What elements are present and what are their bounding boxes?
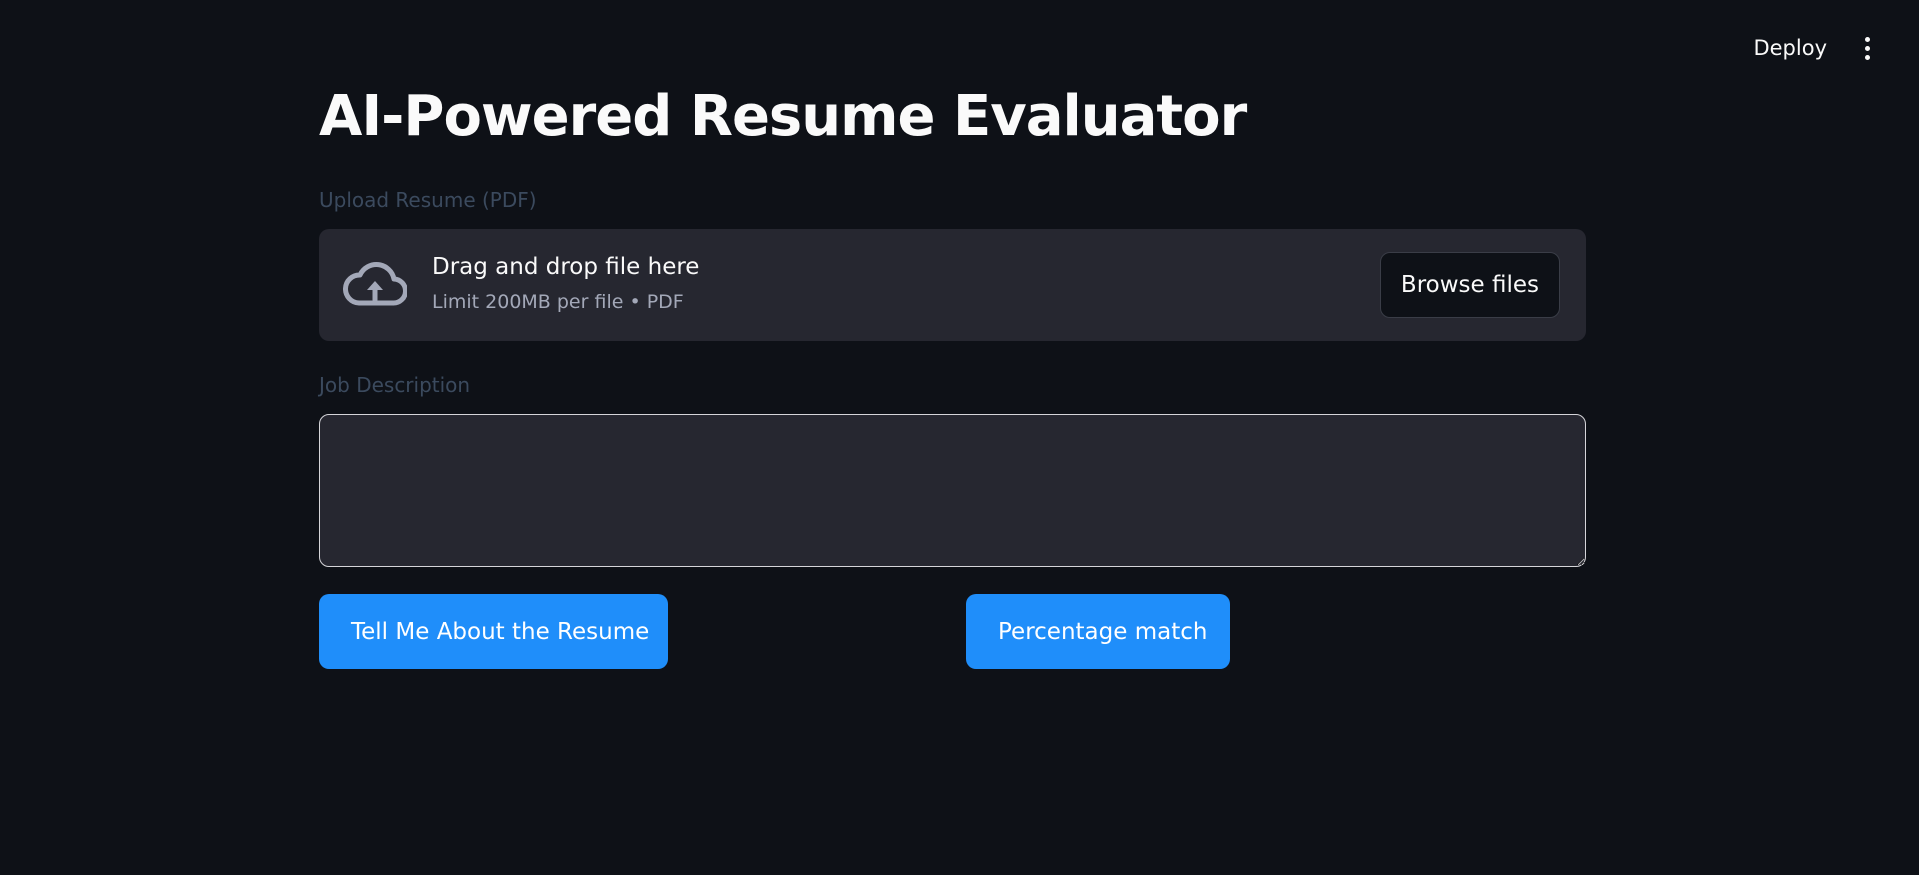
job-description-label: Job Description bbox=[319, 373, 471, 397]
top-toolbar: Deploy bbox=[1743, 30, 1879, 66]
job-description-textarea[interactable] bbox=[319, 414, 1586, 567]
percentage-match-button[interactable]: Percentage match bbox=[966, 594, 1230, 669]
page-title: AI-Powered Resume Evaluator bbox=[319, 84, 1247, 149]
upload-resume-label: Upload Resume (PDF) bbox=[319, 188, 537, 212]
kebab-menu-icon[interactable] bbox=[1855, 30, 1879, 66]
deploy-button[interactable]: Deploy bbox=[1743, 32, 1837, 64]
dropzone-text: Drag and drop file here Limit 200MB per … bbox=[432, 251, 699, 317]
browse-files-button[interactable]: Browse files bbox=[1379, 252, 1560, 318]
cloud-upload-icon bbox=[343, 262, 407, 306]
dropzone-limit: Limit 200MB per file • PDF bbox=[432, 291, 684, 313]
file-dropzone[interactable]: Drag and drop file here Limit 200MB per … bbox=[319, 229, 1586, 341]
tell-me-about-resume-button[interactable]: Tell Me About the Resume bbox=[319, 594, 668, 669]
dropzone-instruction: Drag and drop file here bbox=[432, 254, 700, 280]
